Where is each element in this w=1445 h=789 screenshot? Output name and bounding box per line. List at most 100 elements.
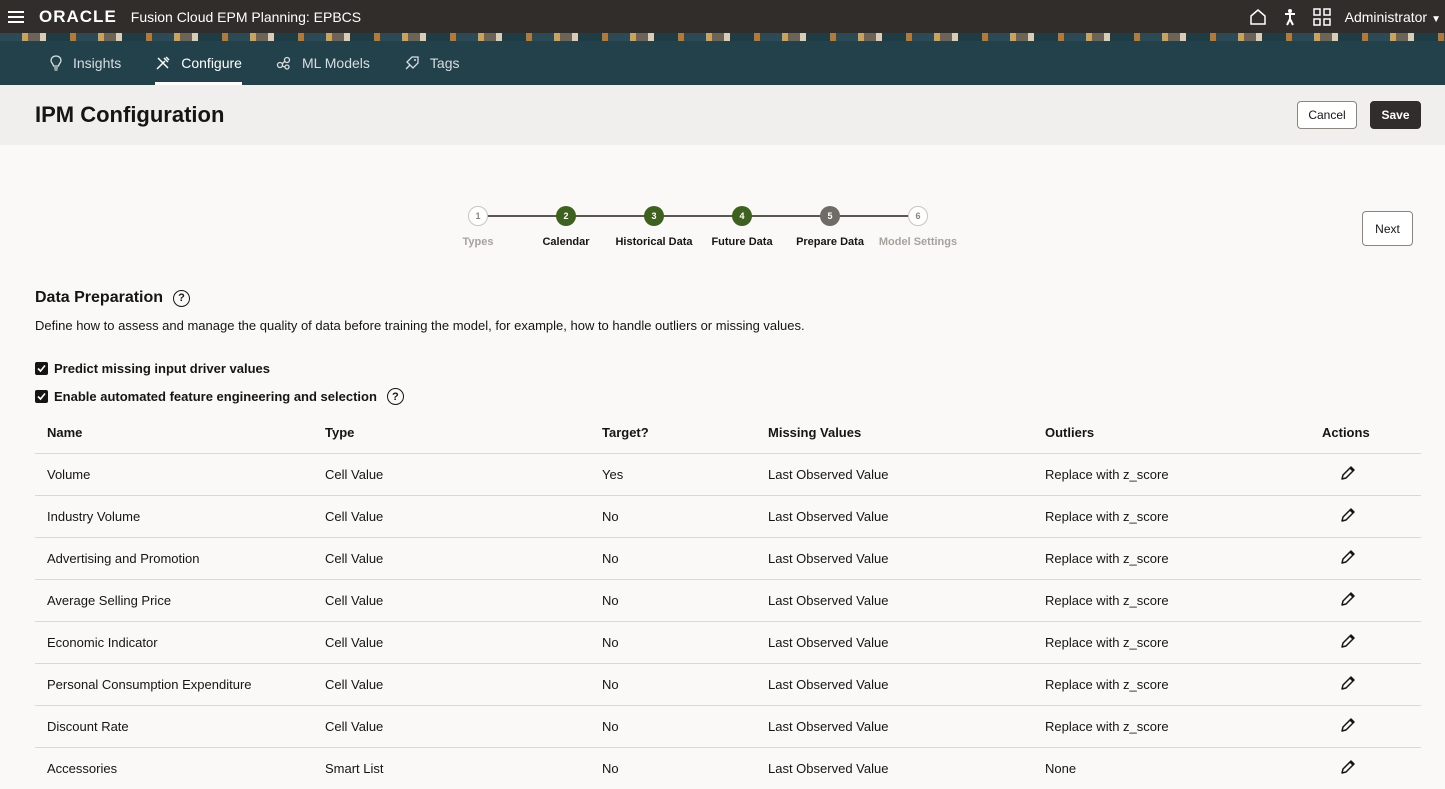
cell-actions [1310, 758, 1421, 779]
step-label: Types [462, 236, 494, 248]
tag-icon [404, 55, 420, 71]
step-number: 2 [556, 206, 576, 226]
edit-pencil-icon[interactable] [1339, 758, 1357, 776]
page-title: IPM Configuration [35, 102, 225, 127]
table-row[interactable]: Industry Volume Cell Value No Last Observed… [35, 496, 1421, 538]
tab-label: Insights [73, 55, 122, 71]
cell-outliers: None [1045, 761, 1077, 776]
table-row[interactable]: Discount Rate Cell Value No Last Observed V… [35, 706, 1421, 748]
cell-name: Volume [47, 467, 91, 482]
table-row[interactable]: Advertising and Promotion Cell Value No Las… [35, 538, 1421, 580]
cell-target: No [602, 551, 619, 566]
checkbox-label: Predict missing input driver values [54, 361, 271, 376]
cell-outliers: Replace with z_score [1045, 551, 1169, 566]
app-title: Fusion Cloud EPM Planning: EPBCS [130, 8, 362, 25]
column-header-type[interactable]: Type [313, 425, 590, 440]
edit-pencil-icon[interactable] [1339, 464, 1357, 482]
feature-engineering-checkbox[interactable] [35, 390, 48, 403]
edit-pencil-icon[interactable] [1339, 632, 1357, 650]
cell-actions [1310, 506, 1421, 527]
checkmark-icon [37, 392, 46, 401]
edit-pencil-icon[interactable] [1339, 674, 1357, 692]
home-icon[interactable] [1247, 6, 1269, 28]
accessibility-icon[interactable] [1279, 6, 1301, 28]
lightbulb-icon [49, 55, 63, 71]
column-header-actions: Actions [1322, 425, 1370, 440]
cell-type: Cell Value [325, 719, 384, 734]
section-description: Define how to assess and manage the qual… [35, 318, 805, 333]
cell-outliers: Replace with z_score [1045, 467, 1169, 482]
cell-type: Cell Value [325, 467, 384, 482]
data-preparation-table: Name Type Target? Missing Values Outlier… [35, 412, 1421, 789]
network-icon [276, 55, 292, 71]
decorative-banner [0, 33, 1445, 41]
table-row[interactable]: Average Selling Price Cell Value No Last Ob… [35, 580, 1421, 622]
cell-missing-values: Last Observed Value [768, 467, 889, 482]
nav-tabs: Insights Configure ML Models Tags [0, 41, 1445, 85]
cell-outliers: Replace with z_score [1045, 719, 1169, 734]
tab-ml-models[interactable]: ML Models [259, 41, 387, 85]
column-header-name[interactable]: Name [35, 425, 313, 440]
save-button[interactable]: Save [1370, 101, 1421, 129]
cell-missing-values: Last Observed Value [768, 719, 889, 734]
help-icon[interactable]: ? [173, 289, 191, 307]
feature-engineering-checkbox-row: Enable automated feature engineering and… [35, 388, 404, 405]
table-row[interactable]: Personal Consumption Expenditure Cell Val… [35, 664, 1421, 706]
user-menu[interactable]: Administrator ▼ [1345, 9, 1441, 25]
cell-name: Accessories [47, 761, 118, 776]
tab-label: ML Models [301, 55, 370, 71]
cell-name: Discount Rate [47, 719, 129, 734]
step-label: Model Settings [878, 236, 958, 248]
navigator-grid-icon[interactable] [1311, 6, 1333, 28]
next-button[interactable]: Next [1362, 211, 1413, 246]
cell-name: Advertising and Promotion [47, 551, 200, 566]
chevron-down-icon: ▼ [1431, 13, 1441, 25]
table-row[interactable]: Volume Cell Value Yes Last Observed Value Re… [35, 454, 1421, 496]
cell-name: Average Selling Price [47, 593, 172, 608]
cell-actions [1310, 674, 1421, 695]
edit-pencil-icon[interactable] [1339, 716, 1357, 734]
cell-target: Yes [602, 467, 624, 482]
edit-pencil-icon[interactable] [1339, 590, 1357, 608]
cell-target: No [602, 593, 619, 608]
predict-missing-checkbox[interactable] [35, 362, 48, 375]
cell-actions [1310, 464, 1421, 485]
column-header-target[interactable]: Target? [590, 425, 756, 440]
step-number: 6 [908, 206, 928, 226]
section-title: Data Preparation [35, 289, 164, 306]
tab-insights[interactable]: Insights [32, 41, 138, 85]
cell-missing-values: Last Observed Value [768, 677, 889, 692]
cell-type: Cell Value [325, 593, 384, 608]
edit-pencil-icon[interactable] [1339, 506, 1357, 524]
cancel-button[interactable]: Cancel [1297, 101, 1357, 129]
cell-name: Economic Indicator [47, 635, 158, 650]
tools-icon [155, 55, 171, 71]
cell-outliers: Replace with z_score [1045, 677, 1169, 692]
cell-outliers: Replace with z_score [1045, 635, 1169, 650]
predict-missing-checkbox-row: Predict missing input driver values [35, 361, 270, 376]
column-header-missing-values[interactable]: Missing Values [756, 425, 1033, 440]
checkmark-icon [37, 364, 46, 373]
cell-actions [1310, 716, 1421, 737]
table-row[interactable]: Economic Indicator Cell Value No Last Obser… [35, 622, 1421, 664]
help-icon[interactable]: ? [386, 388, 404, 405]
cell-target: No [602, 677, 619, 692]
cell-missing-values: Last Observed Value [768, 635, 889, 650]
edit-pencil-icon[interactable] [1339, 548, 1357, 566]
column-header-outliers[interactable]: Outliers [1033, 425, 1310, 440]
cell-target: No [602, 635, 619, 650]
tab-label: Tags [429, 55, 460, 71]
step-label: Prepare Data [796, 236, 864, 248]
cell-type: Cell Value [325, 509, 384, 524]
table-row[interactable]: Accessories Smart List No Last Observed Val… [35, 748, 1421, 789]
cell-target: No [602, 719, 619, 734]
step-number: 5 [820, 206, 840, 226]
cell-missing-values: Last Observed Value [768, 593, 889, 608]
page-header: IPM Configuration Cancel Save [0, 85, 1445, 145]
tab-tags[interactable]: Tags [387, 41, 477, 85]
hamburger-menu-icon[interactable] [8, 10, 24, 23]
step-model-settings[interactable]: 6 Model Settings [858, 206, 978, 248]
cell-actions [1310, 590, 1421, 611]
tab-configure[interactable]: Configure [138, 41, 259, 85]
step-label: Calendar [542, 236, 590, 248]
